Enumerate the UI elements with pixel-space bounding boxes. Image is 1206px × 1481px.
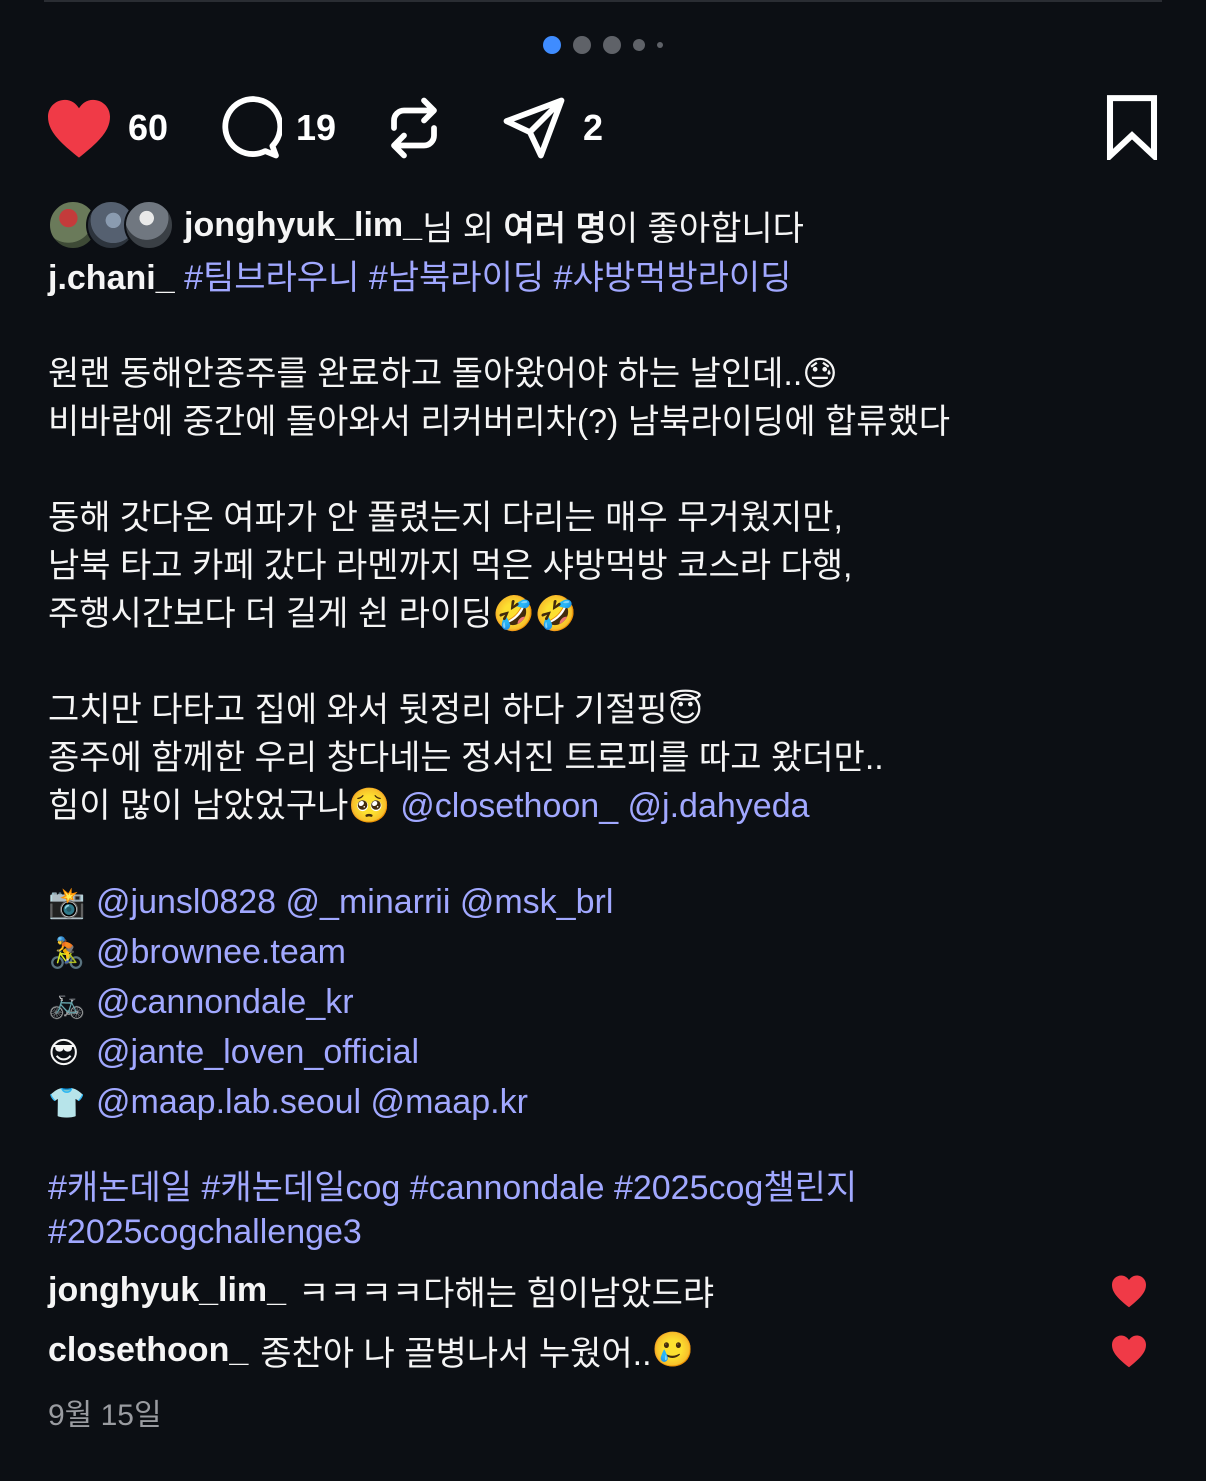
liked-by-mid: 님 외 (422, 209, 504, 248)
liker-username[interactable]: jonghyuk_lim_ (184, 206, 422, 245)
top-divider (44, 0, 1162, 2)
speech-bubble-icon (222, 96, 282, 159)
hashtag-line[interactable]: #캐논데일 #캐논데일cog #cannondale #2025cog챌린지 (48, 1166, 1158, 1210)
sweat-face-icon: 😓 (802, 354, 838, 394)
repost-icon (391, 97, 437, 159)
save-button[interactable] (1102, 94, 1162, 165)
heart-icon (1112, 1275, 1146, 1308)
hashtags[interactable]: #팀브라우니 #남북라이딩 #샤방먹방라이딩 (184, 259, 791, 297)
carousel-dot[interactable] (633, 39, 645, 51)
share-count: 2 (583, 107, 604, 148)
avatar (124, 200, 174, 250)
credit-line: 👕 @maap.lab.seoul @maap.kr (48, 1078, 1158, 1128)
liker-avatars[interactable] (48, 200, 174, 250)
comment-username[interactable]: jonghyuk_lim_ (48, 1271, 286, 1310)
like-count: 60 (128, 107, 169, 148)
send-icon (503, 97, 565, 159)
shirt-icon: 👕 (48, 1086, 86, 1121)
post-caption: j.chani_ #팀브라우니 #남북라이딩 #샤방먹방라이딩 원랜 동해안종주… (48, 254, 1158, 1128)
mention-links[interactable]: @junsl0828 @_minarrii @msk_brl (96, 883, 613, 921)
caption-line: 그치만 다타고 집에 와서 뒷정리 하다 기절핑😇 (48, 690, 704, 730)
comment-text: ㅋㅋㅋㅋ다해는 힘이남았드랴 (298, 1274, 715, 1313)
carousel-dot[interactable] (657, 42, 663, 48)
mention-links[interactable]: @cannondale_kr (96, 983, 354, 1021)
credit-line: 😎 @jante_loven_official (48, 1028, 1158, 1078)
mention-links[interactable]: @maap.lab.seoul @maap.kr (96, 1083, 528, 1121)
mention-links[interactable]: @jante_loven_official (96, 1033, 419, 1071)
heart-icon (1112, 1335, 1146, 1368)
caption-line: 주행시간보다 더 길게 쉰 라이딩🤣🤣 (48, 594, 578, 634)
mention-links[interactable]: @closethoon_ @j.dahyeda (400, 787, 809, 825)
carousel-dot-active[interactable] (543, 36, 561, 54)
liked-by-suffix: 이 좋아합니다 (606, 209, 804, 248)
caption-line: 비바람에 중간에 돌아와서 리커버리차(?) 남북라이딩에 합류했다 (48, 403, 951, 441)
author-username[interactable]: j.chani_ (48, 259, 175, 297)
credit-line: 📸 @junsl0828 @_minarrii @msk_brl (48, 878, 1158, 928)
credit-line: 🚴 @brownee.team (48, 928, 1158, 978)
repost-button[interactable] (384, 92, 444, 164)
caption-line: 원랜 동해안종주를 완료하고 돌아왔어야 하는 날인데..😓 (48, 354, 838, 394)
share-button[interactable]: 2 (499, 92, 603, 164)
sunglasses-face-icon: 😎 (48, 1036, 80, 1071)
heart-icon (48, 99, 110, 158)
comment-like-button[interactable] (1110, 1274, 1148, 1317)
comment-row: closethoon_ 종찬아 나 골병나서 누웠어.. 🥲 (48, 1322, 1158, 1378)
bookmark-icon (1106, 95, 1158, 163)
hashtag-line[interactable]: #2025cogchallenge3 (48, 1210, 1158, 1254)
post-date: 9월 15일 (48, 1399, 162, 1432)
comment-count: 19 (296, 107, 337, 148)
mention-links[interactable]: @brownee.team (96, 933, 346, 971)
carousel-dot[interactable] (603, 36, 621, 54)
caption-line: 동해 갓다온 여파가 안 풀렸는지 다리는 매우 무거웠지만, (48, 499, 844, 537)
camera-flash-icon: 📸 (48, 886, 86, 921)
rofl-face-icon: 🤣🤣 (492, 594, 578, 634)
credit-line: 🚲 @cannondale_kr (48, 978, 1158, 1028)
liked-by-others[interactable]: 여러 명 (504, 201, 607, 250)
caption-line: 남북 타고 카페 갔다 라멘까지 먹은 샤방먹방 코스라 다행, (48, 547, 853, 585)
carousel-indicator (0, 36, 1206, 54)
caption-line: 힘이 많이 남았었구나🥺 @closethoon_ @j.dahyeda (48, 786, 810, 826)
smiling-tear-face-icon: 🥲 (651, 1330, 694, 1370)
liked-by-summary[interactable]: jonghyuk_lim_ 님 외 여러 명 이 좋아합니다 (48, 200, 804, 250)
pleading-face-icon: 🥺 (348, 786, 391, 826)
comment-username[interactable]: closethoon_ (48, 1331, 248, 1370)
comment-row: jonghyuk_lim_ ㅋㅋㅋㅋ다해는 힘이남았드랴 (48, 1262, 1158, 1318)
cyclist-icon: 🚴 (48, 936, 86, 971)
caption-line: 종주에 함께한 우리 창다네는 정서진 트로피를 따고 왔더만.. (48, 739, 884, 777)
comment-button[interactable]: 19 (216, 92, 336, 164)
comment-text: 종찬아 나 골병나서 누웠어.. (260, 1334, 652, 1373)
caption-header: j.chani_ #팀브라우니 #남북라이딩 #샤방먹방라이딩 (48, 254, 1158, 302)
comment-like-button[interactable] (1110, 1334, 1148, 1377)
bicycle-icon: 🚲 (48, 986, 86, 1021)
carousel-dot[interactable] (573, 36, 591, 54)
action-bar: 60 19 2 (44, 92, 1162, 164)
like-button[interactable]: 60 (44, 92, 168, 164)
footer-hashtags: #캐논데일 #캐논데일cog #cannondale #2025cog챌린지 #… (48, 1166, 1158, 1254)
halo-face-icon: 😇 (667, 690, 704, 730)
